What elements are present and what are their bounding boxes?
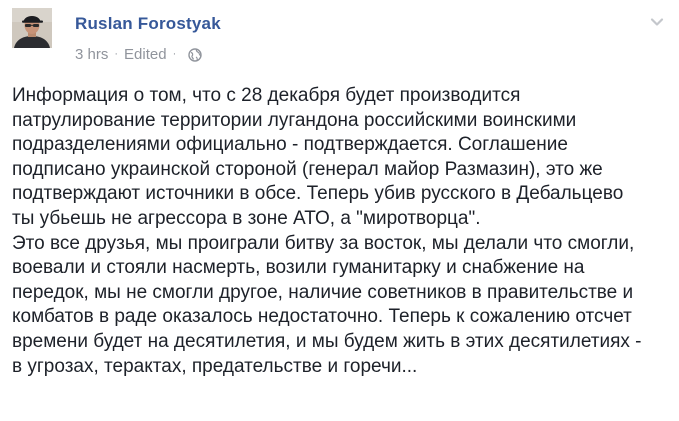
post-timestamp[interactable]: 3 hrs [75,46,108,63]
post-paragraph: Информация о том, что с 28 декабря будет… [12,85,624,229]
post-text: Информация о том, что с 28 декабря будет… [12,84,674,379]
edited-label[interactable]: Edited [124,46,167,63]
post-card: Ruslan Forostyak 3 hrs · Edited · Информ… [0,0,679,421]
profile-photo [12,8,52,48]
post-paragraph: Это все друзья, мы проиграли битву за во… [12,232,642,377]
author-avatar[interactable] [12,8,52,48]
globe-icon[interactable] [188,47,202,62]
author-name-link[interactable]: Ruslan Forostyak [75,14,221,34]
meta-separator: · [114,47,119,60]
chevron-down-icon[interactable] [649,14,665,30]
post-meta: 3 hrs · Edited · [75,46,202,63]
meta-separator: · [172,47,177,60]
